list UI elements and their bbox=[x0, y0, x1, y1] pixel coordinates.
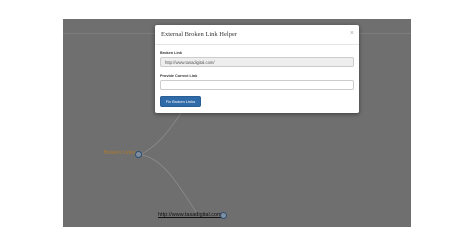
broken-link-helper-modal: External Broken Link Helper × Broken Lin… bbox=[155, 25, 359, 113]
close-icon[interactable]: × bbox=[350, 30, 354, 37]
connector-line-down bbox=[141, 154, 197, 213]
broken-links-node-label[interactable]: Broken Links bbox=[104, 150, 136, 157]
modal-header: External Broken Link Helper × bbox=[155, 25, 359, 45]
correct-link-label: Provide Correct Link bbox=[160, 74, 198, 78]
broken-link-field[interactable] bbox=[160, 57, 354, 67]
broken-link-label: Broken Link bbox=[160, 51, 182, 55]
url-node-link[interactable]: http://www.tasadigital.com/ bbox=[158, 212, 223, 219]
correct-link-field[interactable] bbox=[160, 80, 354, 90]
broken-links-node-icon[interactable] bbox=[135, 151, 142, 158]
fix-broken-links-button[interactable]: Fix Broken Links bbox=[160, 96, 201, 107]
url-node-icon[interactable] bbox=[220, 212, 227, 219]
modal-title: External Broken Link Helper bbox=[161, 31, 237, 38]
